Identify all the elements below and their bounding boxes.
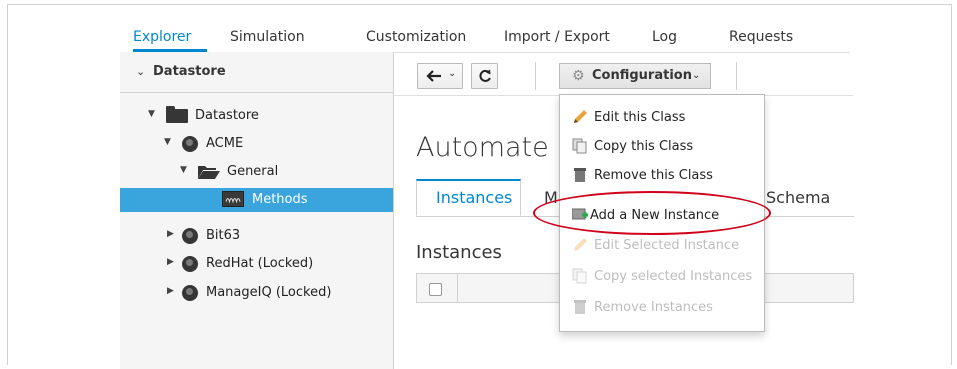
caret-down-icon[interactable]: ▼ (180, 165, 187, 175)
globe-icon (182, 256, 198, 272)
accordion-title: Datastore (153, 64, 226, 79)
page-title: Automate C (416, 132, 577, 163)
tree-node-label: Bit63 (206, 228, 241, 243)
tree-node-label: RedHat (Locked) (206, 256, 314, 271)
tree-node-redhat[interactable]: ▶ RedHat (Locked) (120, 252, 393, 276)
tab-import-export[interactable]: Import / Export (504, 29, 610, 45)
folder-icon (166, 106, 188, 123)
pencil-icon (574, 110, 587, 123)
tree-node-label: Methods (252, 192, 308, 207)
menu-item-label: Remove Instances (594, 300, 713, 315)
chevron-down-icon: ⌄ (448, 68, 457, 79)
tab-schema[interactable]: Schema (766, 188, 830, 207)
tab-explorer[interactable]: Explorer (133, 29, 191, 45)
refresh-icon (479, 69, 491, 82)
tab-requests[interactable]: Requests (729, 29, 793, 45)
menu-item-label: Edit Selected Instance (594, 238, 740, 253)
methods-icon (222, 191, 244, 207)
tree-node-label: Datastore (195, 108, 259, 123)
menu-item-label: Edit this Class (594, 110, 686, 125)
menu-item-edit-class[interactable]: Edit this Class (560, 106, 764, 130)
tree-node-label: ManageIQ (Locked) (206, 285, 332, 300)
copy-icon (572, 268, 587, 284)
toolbar-separator (736, 62, 737, 90)
configuration-dropdown-button[interactable]: ⚙ Configuration ⌄ (559, 63, 711, 89)
caret-down-icon[interactable]: ▼ (148, 109, 155, 119)
toolbar: ⌄ ⚙ Configuration ⌄ (393, 52, 853, 96)
gear-icon: ⚙ (572, 68, 585, 84)
trash-icon (574, 168, 586, 182)
add-instance-icon (572, 208, 588, 220)
refresh-button[interactable] (471, 63, 498, 89)
copy-icon (572, 138, 587, 154)
globe-icon (182, 285, 198, 301)
tab-customization[interactable]: Customization (366, 29, 466, 45)
tree-node-methods[interactable]: Methods (120, 188, 393, 212)
tree-node-bit63[interactable]: ▶ Bit63 (120, 224, 393, 248)
tree-node-general[interactable]: ▼ General (120, 160, 393, 184)
section-title: Instances (416, 242, 502, 263)
caret-right-icon[interactable]: ▶ (167, 229, 174, 239)
tree-node-datastore[interactable]: ▼ Datastore (120, 104, 393, 128)
menu-item-remove-class[interactable]: Remove this Class (560, 164, 764, 188)
tree-node-label: ACME (206, 136, 244, 151)
menu-item-label: Add a New Instance (590, 208, 720, 223)
sidebar: ⌄ Datastore ▼ Datastore ▼ ACME ▼ General… (120, 52, 394, 369)
tree-node-manageiq[interactable]: ▶ ManageIQ (Locked) (120, 281, 393, 305)
open-folder-icon (198, 166, 220, 179)
tab-simulation[interactable]: Simulation (230, 29, 305, 45)
tree-node-label: General (227, 164, 279, 179)
toolbar-separator (535, 62, 536, 90)
column-divider (457, 274, 458, 302)
tree-node-acme[interactable]: ▼ ACME (120, 132, 393, 156)
caret-down-icon[interactable]: ▼ (164, 137, 171, 147)
top-nav: Explorer Simulation Customization Import… (120, 19, 850, 49)
back-button[interactable]: ⌄ (417, 63, 463, 89)
caret-right-icon[interactable]: ▶ (167, 286, 174, 296)
pencil-icon (574, 238, 587, 251)
caret-right-icon[interactable]: ▶ (167, 257, 174, 267)
accordion-header-datastore[interactable]: ⌄ Datastore (120, 52, 393, 93)
globe-icon (182, 136, 198, 152)
configuration-label: Configuration (592, 68, 692, 83)
globe-icon (182, 228, 198, 244)
configuration-menu: Edit this Class Copy this Class Remove t… (559, 94, 765, 332)
menu-item-label: Remove this Class (594, 168, 713, 183)
menu-item-edit-selected-instance[interactable]: Edit Selected Instance (560, 234, 764, 258)
menu-item-label: Copy this Class (594, 139, 694, 154)
menu-item-add-instance[interactable]: Add a New Instance (560, 204, 764, 228)
tab-methods[interactable]: M (544, 188, 558, 207)
tab-instances[interactable]: Instances (436, 188, 512, 207)
trash-icon (574, 300, 586, 314)
menu-item-copy-selected-instances[interactable]: Copy selected Instances (560, 265, 764, 289)
tab-log[interactable]: Log (652, 29, 677, 45)
menu-item-label: Copy selected Instances (594, 269, 753, 284)
select-all-checkbox[interactable] (429, 283, 442, 296)
back-arrow-icon (426, 70, 441, 82)
chevron-down-icon: ⌄ (692, 70, 701, 81)
menu-item-remove-instances[interactable]: Remove Instances (560, 296, 764, 320)
chevron-down-icon: ⌄ (136, 65, 146, 78)
menu-item-copy-class[interactable]: Copy this Class (560, 135, 764, 159)
